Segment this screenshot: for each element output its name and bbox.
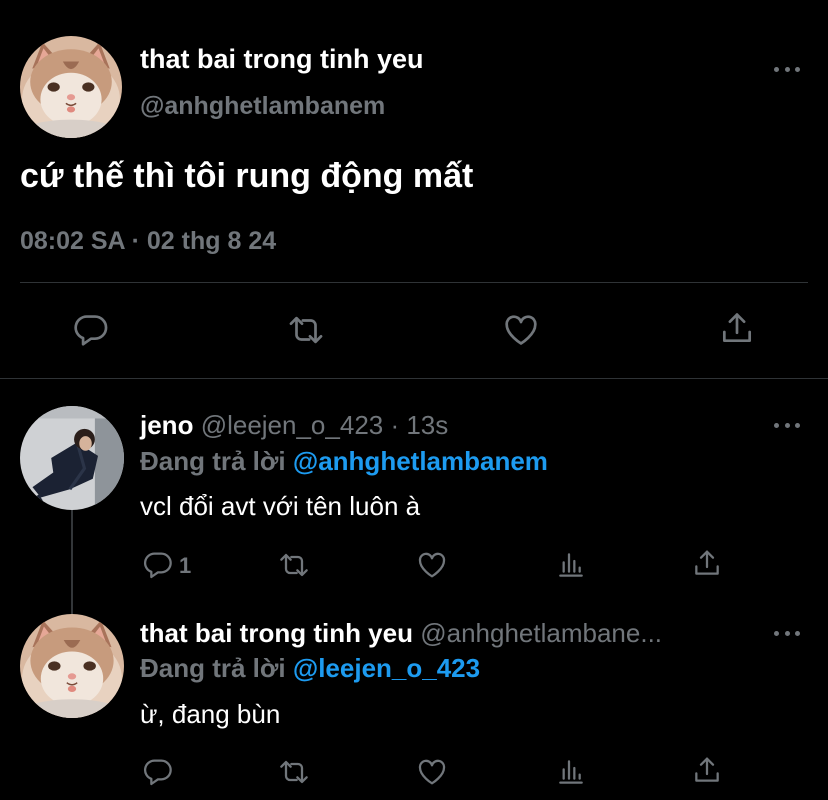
reply-1-more-icon[interactable]	[774, 421, 800, 429]
reply-2-replying-prefix: Đang trả lời	[140, 653, 286, 683]
reply-2-handle[interactable]: @anhghetlambane...	[420, 618, 662, 648]
main-tweet-text: cứ thế thì tôi rung động mất	[20, 157, 474, 195]
main-retweet-icon[interactable]	[287, 311, 325, 349]
reply-2-reply-icon[interactable]	[142, 756, 174, 788]
main-share-icon[interactable]	[718, 309, 756, 347]
reply-2-retweet-icon[interactable]	[278, 756, 310, 788]
main-tweet-handle[interactable]: @anhghetlambanem	[140, 92, 385, 121]
main-reply-icon[interactable]	[72, 311, 110, 349]
reply-1-text: vcl đổi avt với tên luôn à	[140, 491, 421, 521]
reply-1-replying-handle[interactable]: @anhghetlambanem	[293, 446, 548, 476]
reply-2-header: that bai trong tinh yeu @anhghetlambane.…	[140, 618, 662, 649]
reply-2-analytics-icon[interactable]	[555, 756, 587, 788]
reply-1-share-icon[interactable]	[691, 547, 723, 579]
reply-2-avatar[interactable]	[20, 614, 124, 718]
reply-2-replying-to: Đang trả lời @leejen_o_423	[140, 653, 480, 684]
reply-2-replying-handle[interactable]: @leejen_o_423	[293, 653, 480, 683]
reply-1-retweet-icon[interactable]	[278, 549, 310, 581]
reply-1-replying-prefix: Đang trả lời	[140, 446, 286, 476]
reply-2-share-icon[interactable]	[691, 754, 723, 786]
reply-1-display-name[interactable]: jeno	[140, 410, 193, 440]
reply-1-like-icon[interactable]	[416, 549, 448, 581]
main-tweet-display-name[interactable]: that bai trong tinh yeu	[140, 44, 424, 75]
reply-2-more-icon[interactable]	[774, 629, 800, 637]
reply-2-like-icon[interactable]	[416, 756, 448, 788]
reply-1-avatar[interactable]	[20, 406, 124, 510]
main-tweet-more-icon[interactable]	[774, 65, 800, 73]
reply-1-header: jeno @leejen_o_423 · 13s	[140, 410, 448, 441]
main-tweet-timestamp[interactable]: 08:02 SA · 02 thg 8 24	[20, 227, 276, 256]
reply-1-handle[interactable]: @leejen_o_423	[201, 410, 384, 440]
reply-1-replying-to: Đang trả lời @anhghetlambanem	[140, 446, 548, 477]
main-tweet-divider	[20, 282, 808, 283]
reply-1-reply-count: 1	[179, 553, 192, 578]
reply-1-reply-icon[interactable]	[142, 549, 174, 581]
main-like-icon[interactable]	[502, 311, 540, 349]
reply-2-text: ừ, đang bùn	[140, 699, 281, 729]
reply-1-age: · 13s	[390, 410, 449, 440]
main-tweet-avatar[interactable]	[20, 36, 122, 138]
thread-connector-line	[71, 510, 73, 614]
reply-2-display-name[interactable]: that bai trong tinh yeu	[140, 618, 413, 648]
section-divider	[0, 378, 828, 379]
reply-1-analytics-icon[interactable]	[555, 549, 587, 581]
